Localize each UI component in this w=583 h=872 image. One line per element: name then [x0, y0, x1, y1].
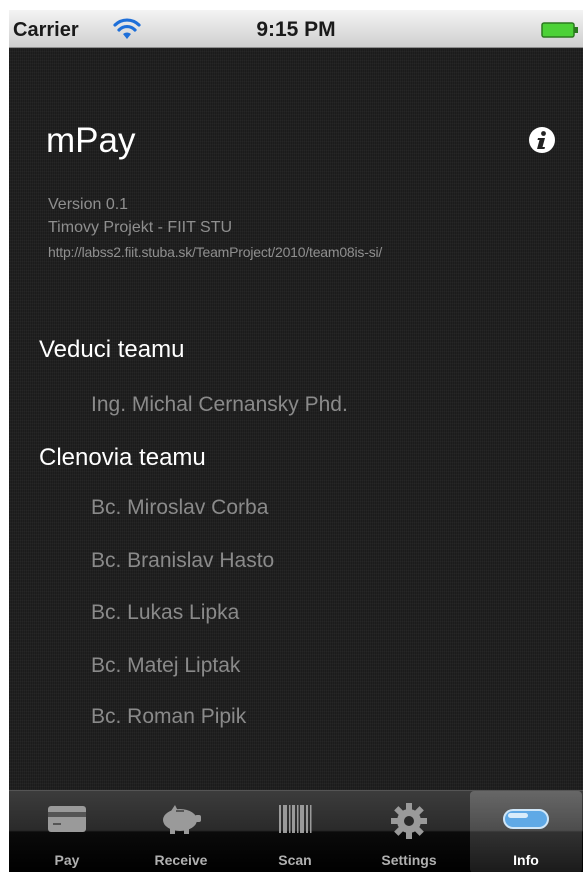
- member-name: Bc. Branislav Hasto: [91, 549, 275, 572]
- member-name: Bc. Roman Pipik: [91, 705, 247, 728]
- barcode-icon: [279, 805, 312, 833]
- tab-receive[interactable]: Receive: [125, 791, 237, 872]
- gear-icon: [391, 803, 427, 839]
- leader-section-title: Veduci teamu: [39, 336, 185, 363]
- page-title: mPay: [46, 121, 136, 160]
- tab-scan[interactable]: Scan: [239, 791, 351, 872]
- status-bar: Carrier 9:15 PM: [9, 10, 583, 48]
- tab-label: Scan: [278, 852, 312, 868]
- tab-info[interactable]: Info: [470, 791, 582, 872]
- info-icon[interactable]: [527, 125, 557, 155]
- device-screen: Carrier 9:15 PM mPay Version 0.1 Timovy …: [9, 10, 583, 872]
- leader-name: Ing. Michal Cernansky Phd.: [91, 393, 348, 416]
- member-name: Bc. Matej Liptak: [91, 654, 241, 677]
- piggy-bank-icon: [163, 805, 201, 834]
- tab-pay[interactable]: Pay: [11, 791, 123, 872]
- member-name: Bc. Lukas Lipka: [91, 601, 240, 624]
- info-screen: mPay Version 0.1 Timovy Projekt - FIIT S…: [9, 48, 583, 790]
- battery-icon: [541, 22, 578, 38]
- tab-label: Info: [513, 852, 539, 868]
- members-section-title: Clenovia teamu: [39, 444, 206, 471]
- project-text: Timovy Projekt - FIIT STU: [48, 219, 233, 236]
- tab-label: Receive: [154, 852, 208, 868]
- card-icon: [48, 806, 86, 832]
- tab-settings[interactable]: Settings: [353, 791, 465, 872]
- tab-label: Settings: [381, 852, 437, 868]
- version-text: Version 0.1: [48, 196, 129, 213]
- tab-label: Pay: [54, 852, 80, 868]
- status-time: 9:15 PM: [256, 18, 336, 41]
- project-url: http://labss2.fiit.stuba.sk/TeamProject/…: [48, 244, 383, 260]
- tab-bar: Pay Receive Scan Settings Info: [9, 790, 583, 872]
- pill-icon: [503, 809, 549, 829]
- member-name: Bc. Miroslav Corba: [91, 496, 269, 519]
